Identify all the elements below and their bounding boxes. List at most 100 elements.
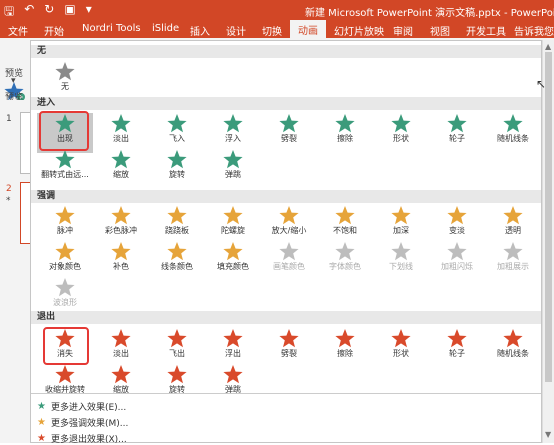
effect-label: 无 (61, 82, 69, 91)
effect-label: 加粗展示 (497, 262, 529, 271)
tab-review[interactable]: 审阅 (393, 23, 413, 38)
gallery-scrollbar[interactable]: ▲ ▼ (542, 40, 554, 443)
exit-effect-item[interactable]: 弹跳 (205, 364, 261, 404)
exit-effect-item[interactable]: 收缩并旋转 (37, 364, 93, 404)
exit-effect-item[interactable]: 轮子 (429, 328, 485, 368)
entrance-effect-item[interactable]: 劈裂 (261, 113, 317, 153)
section-header-none: 无 (31, 45, 541, 58)
more-exit-effects[interactable]: ★ 更多退出效果(X)... (37, 432, 127, 445)
emphasis-effect-item[interactable]: 放大/缩小 (261, 205, 317, 245)
entrance-effect-item[interactable]: 轮子 (429, 113, 485, 153)
exit-effect-item[interactable]: 浮出 (205, 328, 261, 368)
emphasis-effect-item[interactable]: 线条颜色 (149, 241, 205, 281)
effect-label: 淡出 (113, 134, 129, 143)
none-effect-item[interactable]: 无 (37, 61, 93, 101)
effect-label: 翻转式由远... (41, 170, 89, 179)
tab-design[interactable]: 设计 (226, 23, 246, 38)
tab-home[interactable]: 开始 (44, 23, 64, 38)
more-emphasis-effects[interactable]: ★ 更多强调效果(M)... (37, 416, 128, 429)
emphasis-effect-item[interactable]: 填充颜色 (205, 241, 261, 281)
star-effect-icon (111, 329, 131, 348)
entrance-effect-item[interactable]: 翻转式由远... (37, 149, 93, 189)
exit-effect-item[interactable]: 飞出 (149, 328, 205, 368)
emphasis-effect-item: 下划线 (373, 241, 429, 281)
emphasis-effect-item[interactable]: 彩色脉冲 (93, 205, 149, 245)
emphasis-effect-item[interactable]: 跷跷板 (149, 205, 205, 245)
exit-effect-item[interactable]: 缩放 (93, 364, 149, 404)
star-effect-icon (55, 62, 75, 81)
emphasis-effect-item[interactable]: 变淡 (429, 205, 485, 245)
entrance-effect-item[interactable]: 弹跳 (205, 149, 261, 189)
tab-transitions[interactable]: 切换 (262, 23, 282, 38)
tab-slideshow[interactable]: 幻灯片放映 (334, 23, 384, 38)
star-effect-icon (447, 329, 467, 348)
tab-developer[interactable]: 开发工具 (466, 23, 506, 38)
star-effect-icon (279, 206, 299, 225)
tab-animations[interactable]: 动画 (290, 20, 326, 38)
tab-tell-me[interactable]: 告诉我您 (514, 23, 554, 38)
entrance-effect-item[interactable]: 随机线条 (485, 113, 541, 153)
effect-label: 轮子 (449, 349, 465, 358)
effect-label: 线条颜色 (161, 262, 193, 271)
emphasis-effect-item[interactable]: 对象颜色 (37, 241, 93, 281)
star-effect-icon (335, 114, 355, 133)
highlight-box (39, 111, 89, 151)
emphasis-effect-item: 加粗闪烁 (429, 241, 485, 281)
exit-effect-item[interactable]: 形状 (373, 328, 429, 368)
tab-islide[interactable]: iSlide (152, 23, 179, 34)
effect-label: 跷跷板 (165, 226, 189, 235)
scroll-thumb[interactable] (545, 52, 552, 382)
scroll-down-icon[interactable]: ▼ (545, 430, 551, 439)
star-effect-icon (391, 329, 411, 348)
tab-insert[interactable]: 插入 (190, 23, 210, 38)
star-effect-icon (279, 329, 299, 348)
exit-effect-item[interactable]: 劈裂 (261, 328, 317, 368)
tab-file[interactable]: 文件 (8, 23, 28, 38)
animation-gallery: 无 无 进入 出现 淡出 飞入 浮入 劈裂 擦除 形状 轮子 随机线条 翻转式由远... 缩放 旋转弹… (30, 40, 542, 445)
effect-label: 淡出 (113, 349, 129, 358)
effect-label: 加粗闪烁 (441, 262, 473, 271)
exit-effect-item[interactable]: 擦除 (317, 328, 373, 368)
entrance-effect-item[interactable]: 飞入 (149, 113, 205, 153)
emphasis-effect-item[interactable]: 加深 (373, 205, 429, 245)
effect-label: 不饱和 (333, 226, 357, 235)
star-effect-icon (335, 242, 355, 261)
effect-label: 擦除 (337, 134, 353, 143)
star-effect-icon (111, 206, 131, 225)
star-effect-icon (391, 114, 411, 133)
tab-nordri-tools[interactable]: Nordri Tools (82, 23, 141, 34)
star-effect-icon (55, 206, 75, 225)
exit-effect-item[interactable]: 随机线条 (485, 328, 541, 368)
scroll-up-icon[interactable]: ▲ (545, 42, 551, 51)
entrance-effect-item[interactable]: 缩放 (93, 149, 149, 189)
exit-effect-item[interactable]: 旋转 (149, 364, 205, 404)
emphasis-effect-item[interactable]: 补色 (93, 241, 149, 281)
entrance-effect-item[interactable]: 擦除 (317, 113, 373, 153)
entrance-effect-item[interactable]: 淡出 (93, 113, 149, 153)
emphasis-effect-item[interactable]: 陀螺旋 (205, 205, 261, 245)
slide-number: 1 (6, 114, 12, 124)
entrance-effect-item[interactable]: 形状 (373, 113, 429, 153)
ribbon-tabs: 文件 开始 Nordri Tools iSlide 插入 设计 切换 动画 幻灯… (0, 20, 554, 38)
star-effect-icon (447, 242, 467, 261)
star-effect-icon (223, 242, 243, 261)
star-effect-icon (167, 365, 187, 384)
star-effect-icon (111, 242, 131, 261)
tab-view[interactable]: 视图 (430, 23, 450, 38)
emphasis-effect-item[interactable]: 不饱和 (317, 205, 373, 245)
emphasis-effect-item[interactable]: 透明 (485, 205, 541, 245)
effect-label: 擦除 (337, 349, 353, 358)
star-effect-icon (167, 206, 187, 225)
star-effect-icon (223, 329, 243, 348)
star-effect-icon (55, 150, 75, 169)
preview-dropdown-icon[interactable]: ▾ (11, 76, 16, 86)
star-effect-icon (223, 206, 243, 225)
effect-label: 透明 (505, 226, 521, 235)
star-effect-icon (447, 206, 467, 225)
more-entrance-effects[interactable]: ★ 更多进入效果(E)... (37, 400, 126, 413)
highlight-box (43, 327, 89, 365)
emphasis-effect-item[interactable]: 脉冲 (37, 205, 93, 245)
entrance-effect-item[interactable]: 浮入 (205, 113, 261, 153)
exit-effect-item[interactable]: 淡出 (93, 328, 149, 368)
entrance-effect-item[interactable]: 旋转 (149, 149, 205, 189)
